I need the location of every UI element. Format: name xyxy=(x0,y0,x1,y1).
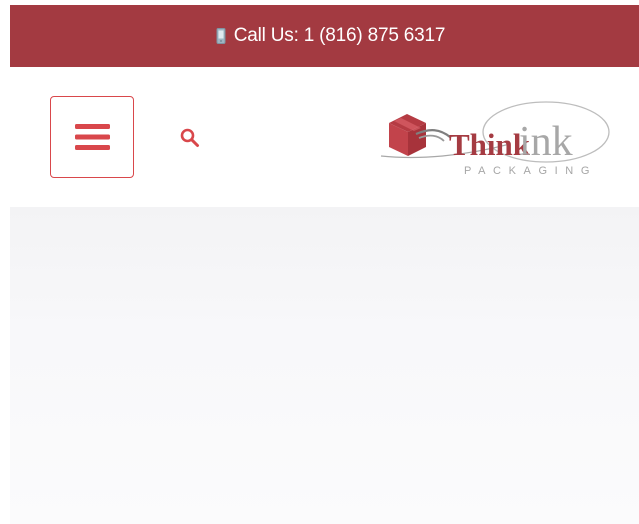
call-us-link[interactable]: Call Us: 1 (816) 875 6317 xyxy=(216,25,446,47)
menu-button[interactable] xyxy=(50,96,134,178)
hamburger-icon xyxy=(74,124,110,150)
call-us-text: Call Us: 1 (816) 875 6317 xyxy=(233,25,446,46)
site-logo[interactable]: Think ink PACKAGING xyxy=(374,98,614,180)
search-button[interactable] xyxy=(178,126,202,150)
top-contact-bar: Call Us: 1 (816) 875 6317 xyxy=(10,5,639,67)
page: Call Us: 1 (816) 875 6317 Think ink PACK… xyxy=(0,0,639,524)
logo-brand-ink: ink xyxy=(519,119,573,165)
search-icon xyxy=(180,128,199,147)
phone-icon xyxy=(216,28,226,44)
hero-area xyxy=(10,207,639,524)
logo-tagline: PACKAGING xyxy=(464,165,597,177)
site-header: Think ink PACKAGING xyxy=(10,67,639,207)
